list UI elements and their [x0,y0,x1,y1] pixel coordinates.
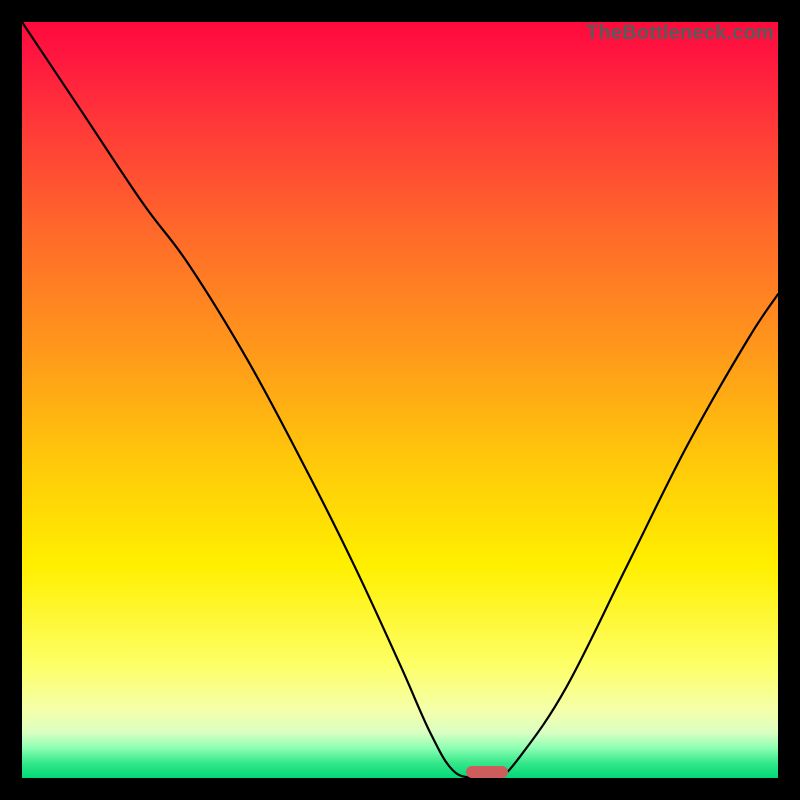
chart-frame: TheBottleneck.com [0,0,800,800]
optimal-marker [466,766,508,778]
curve-svg [22,22,778,778]
bottleneck-curve-line [22,22,778,778]
plot-area: TheBottleneck.com [22,22,778,778]
